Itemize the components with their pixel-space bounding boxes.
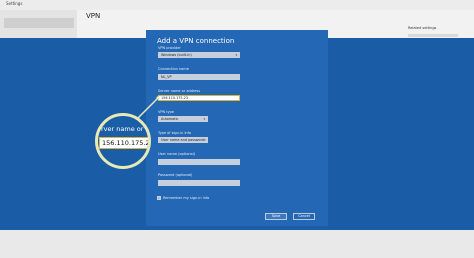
magnifier-label: rver name or a [101, 125, 150, 133]
callout-line [137, 96, 160, 119]
magnifier-callout: rver name or a 156.110.175.23 [95, 113, 151, 169]
magnifier-field: 156.110.175.23 [99, 137, 148, 149]
